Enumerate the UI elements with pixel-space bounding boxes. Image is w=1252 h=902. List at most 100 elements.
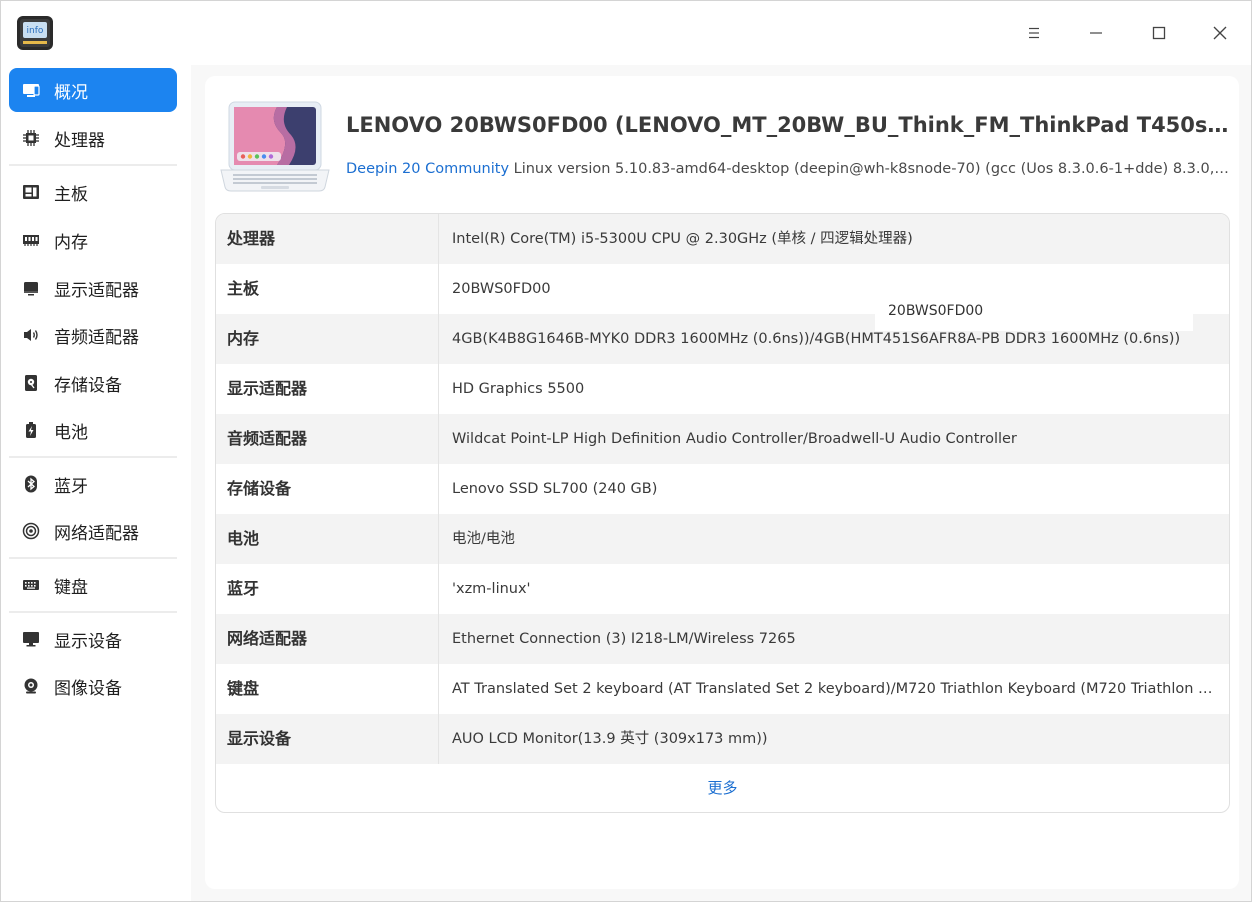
sidebar-item-monitor[interactable]: 显示设备	[9, 617, 177, 661]
sidebar-item-label: 电池	[54, 422, 88, 443]
row-value: 电池/电池	[452, 531, 515, 547]
row-value: AUO LCD Monitor(13.9 英寸 (309x173 mm))	[452, 731, 768, 747]
disk-icon	[22, 374, 40, 392]
kernel-info: Linux version 5.10.83-amd64-desktop (dee…	[513, 161, 1232, 177]
row-value: HD Graphics 5500	[452, 381, 585, 397]
sidebar-item-network[interactable]: 网络适配器	[9, 509, 177, 553]
bluetooth-icon	[22, 475, 40, 493]
column-divider	[438, 314, 439, 364]
more-link[interactable]: 更多	[216, 764, 1229, 812]
column-divider	[438, 614, 439, 664]
sidebar-item-label: 处理器	[54, 130, 105, 151]
cpu-icon	[22, 129, 40, 147]
row-value: Intel(R) Core(TM) i5-5300U CPU @ 2.30GHz…	[452, 231, 913, 247]
sidebar-item-label: 音频适配器	[54, 327, 139, 348]
sidebar-item-label: 图像设备	[54, 678, 122, 699]
sidebar-divider	[9, 557, 177, 559]
laptop-icon	[217, 99, 333, 197]
titlebar: info	[1, 1, 1251, 65]
device-title: LENOVO 20BWS0FD00 (LENOVO_MT_20BW_BU_Thi…	[346, 113, 1232, 137]
sidebar-item-motherboard[interactable]: 主板	[9, 170, 177, 214]
minimize-button[interactable]	[1078, 15, 1114, 51]
close-icon	[1213, 26, 1227, 40]
sidebar-item-audio-adapter[interactable]: 音频适配器	[9, 313, 177, 357]
row-key: 存储设备	[227, 479, 292, 498]
row-value: AT Translated Set 2 keyboard (AT Transla…	[452, 681, 1216, 697]
svg-text:info: info	[27, 26, 44, 36]
row-key: 蓝牙	[227, 579, 260, 598]
sidebar-item-storage[interactable]: 存储设备	[9, 361, 177, 405]
sidebar-item-label: 存储设备	[54, 375, 122, 396]
row-key: 显示设备	[227, 729, 292, 748]
monitor-icon	[22, 630, 40, 648]
minimize-icon	[1090, 32, 1102, 34]
row-key: 显示适配器	[227, 379, 308, 398]
table-row: 电池 电池/电池	[216, 514, 1229, 564]
os-link[interactable]: Deepin 20 Community	[346, 161, 509, 177]
sidebar-item-label: 显示设备	[54, 631, 122, 652]
column-divider	[438, 414, 439, 464]
column-divider	[438, 214, 439, 264]
menu-icon	[1029, 27, 1039, 39]
sidebar-item-label: 内存	[54, 232, 88, 253]
sidebar-item-label: 概况	[54, 82, 88, 103]
overview-panel: LENOVO 20BWS0FD00 (LENOVO_MT_20BW_BU_Thi…	[205, 76, 1239, 889]
table-row: 存储设备 Lenovo SSD SL700 (240 GB)	[216, 464, 1229, 514]
row-key: 音频适配器	[227, 429, 308, 448]
column-divider	[438, 464, 439, 514]
menu-button[interactable]	[1016, 15, 1052, 51]
sidebar-item-battery[interactable]: 电池	[9, 408, 177, 452]
app-logo-icon: info	[16, 15, 54, 51]
row-key: 键盘	[227, 679, 260, 698]
table-row: 音频适配器 Wildcat Point-LP High Definition A…	[216, 414, 1229, 464]
row-key: 处理器	[227, 229, 276, 248]
sidebar-item-bluetooth[interactable]: 蓝牙	[9, 462, 177, 506]
sidebar-item-label: 键盘	[54, 577, 88, 598]
sidebar-divider	[9, 611, 177, 613]
row-key: 网络适配器	[227, 629, 308, 648]
row-value: Wildcat Point-LP High Definition Audio C…	[452, 431, 1017, 447]
table-row: 键盘 AT Translated Set 2 keyboard (AT Tran…	[216, 664, 1229, 714]
sidebar-item-overview[interactable]: 概况	[9, 68, 177, 112]
column-divider	[438, 664, 439, 714]
app-window: info 概况 处理器 主板 内存 显示适配器 音频适配器 存储设备 电池 蓝牙…	[0, 0, 1252, 902]
row-value: 'xzm-linux'	[452, 581, 531, 597]
speaker-icon	[22, 326, 40, 344]
tooltip: 20BWS0FD00	[875, 296, 1193, 331]
sidebar-item-memory[interactable]: 内存	[9, 218, 177, 262]
os-info: Deepin 20 Community Linux version 5.10.8…	[346, 161, 1232, 177]
overview-icon	[22, 81, 40, 99]
motherboard-icon	[22, 183, 40, 201]
sidebar-item-label: 蓝牙	[54, 476, 88, 497]
network-icon	[22, 522, 40, 540]
gpu-icon	[22, 279, 40, 297]
sidebar-item-keyboard[interactable]: 键盘	[9, 563, 177, 607]
column-divider	[438, 564, 439, 614]
memory-icon	[22, 231, 40, 249]
column-divider	[438, 714, 439, 764]
table-row: 蓝牙 'xzm-linux'	[216, 564, 1229, 614]
column-divider	[438, 264, 439, 314]
sidebar-divider	[9, 164, 177, 166]
sidebar-item-label: 网络适配器	[54, 523, 139, 544]
sidebar: 概况 处理器 主板 内存 显示适配器 音频适配器 存储设备 电池 蓝牙 网络适配…	[1, 65, 191, 901]
table-row: 处理器 Intel(R) Core(TM) i5-5300U CPU @ 2.3…	[216, 214, 1229, 264]
sidebar-item-label: 显示适配器	[54, 280, 139, 301]
maximize-button[interactable]	[1141, 15, 1177, 51]
row-key: 主板	[227, 279, 260, 298]
column-divider	[438, 514, 439, 564]
sidebar-divider	[9, 456, 177, 458]
table-row: 显示设备 AUO LCD Monitor(13.9 英寸 (309x173 mm…	[216, 714, 1229, 764]
sidebar-item-cpu[interactable]: 处理器	[9, 116, 177, 160]
row-key: 电池	[227, 529, 260, 548]
keyboard-icon	[22, 576, 40, 594]
close-button[interactable]	[1202, 15, 1238, 51]
sidebar-item-imaging[interactable]: 图像设备	[9, 664, 177, 708]
table-row: 网络适配器 Ethernet Connection (3) I218-LM/Wi…	[216, 614, 1229, 664]
column-divider	[438, 364, 439, 414]
battery-icon	[22, 421, 40, 439]
row-value: Lenovo SSD SL700 (240 GB)	[452, 481, 658, 497]
table-row: 显示适配器 HD Graphics 5500	[216, 364, 1229, 414]
sidebar-item-display-adapter[interactable]: 显示适配器	[9, 266, 177, 310]
maximize-icon	[1152, 26, 1166, 40]
